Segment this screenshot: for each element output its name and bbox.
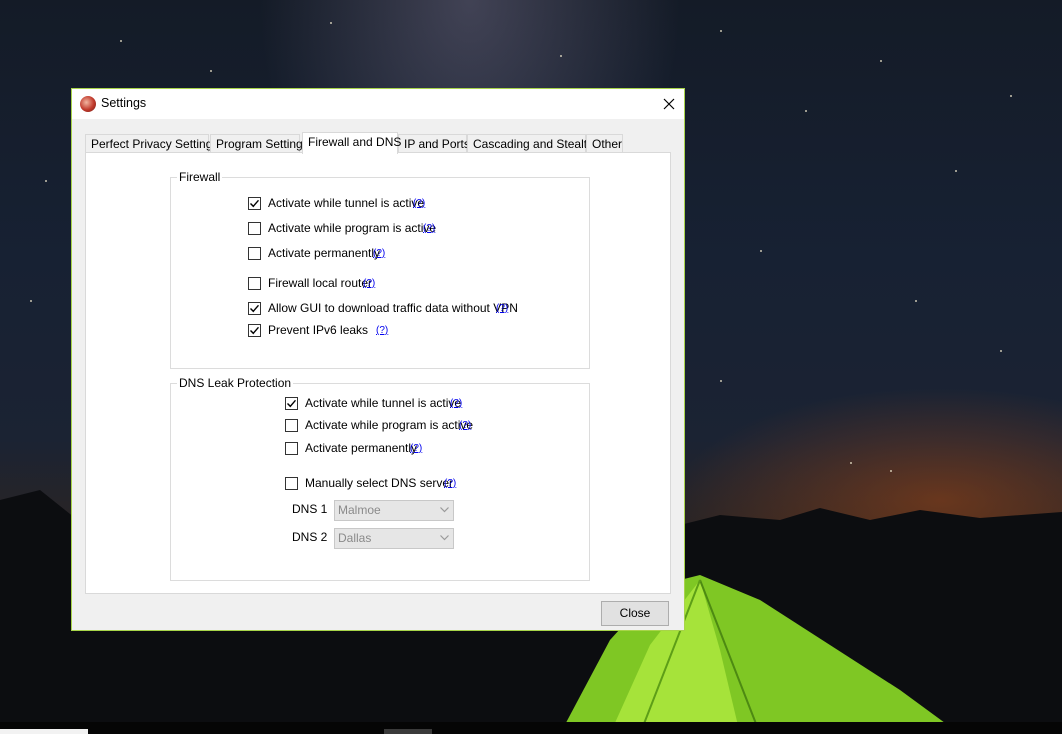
chevron-down-icon — [440, 535, 449, 541]
help-link[interactable]: (?) — [410, 443, 422, 454]
checkbox[interactable] — [285, 397, 298, 410]
dns1-select[interactable]: Malmoe — [334, 500, 454, 521]
close-icon — [663, 98, 675, 110]
checkbox-label: Activate while tunnel is active — [305, 396, 462, 410]
tab-other[interactable]: Other — [586, 134, 623, 153]
tab-firewall-and-dns[interactable]: Firewall and DNS — [302, 132, 401, 154]
star — [45, 180, 47, 182]
checkbox[interactable] — [285, 442, 298, 455]
checkbox[interactable] — [248, 247, 261, 260]
dns1-label: DNS 1 — [292, 502, 328, 516]
checkbox[interactable] — [248, 197, 261, 210]
help-link[interactable]: (?) — [413, 198, 425, 209]
window-close-button[interactable] — [654, 89, 684, 119]
tab-perfect-privacy-settings[interactable]: Perfect Privacy Settings — [85, 134, 218, 153]
checkbox-label: Activate while program is active — [305, 418, 474, 432]
taskbar-fragment — [384, 729, 432, 734]
star — [915, 300, 917, 302]
checkbox-label: Activate while program is active — [268, 221, 437, 235]
help-link[interactable]: (?) — [373, 248, 385, 259]
help-link[interactable]: (?) — [444, 478, 456, 489]
star — [1000, 350, 1002, 352]
dns2-label: DNS 2 — [292, 530, 328, 544]
help-link[interactable]: (?) — [363, 278, 375, 289]
chevron-down-icon — [440, 507, 449, 513]
checkbox[interactable] — [248, 277, 261, 290]
check-icon — [287, 399, 296, 408]
window-title: Settings — [101, 96, 147, 110]
help-link[interactable]: (?) — [496, 303, 508, 314]
dns1-value: Malmoe — [338, 503, 381, 517]
star — [720, 380, 722, 382]
dns2-value: Dallas — [338, 531, 372, 545]
star — [880, 60, 882, 62]
star — [30, 300, 32, 302]
dns2-select[interactable]: Dallas — [334, 528, 454, 549]
star — [560, 55, 562, 57]
help-link[interactable]: (?) — [450, 398, 462, 409]
dns-group-title: DNS Leak Protection — [177, 376, 294, 390]
help-link[interactable]: (?) — [459, 420, 471, 431]
settings-window: Settings Perfect Privacy Settings Progra… — [71, 88, 685, 631]
star — [210, 70, 212, 72]
help-link[interactable]: (?) — [423, 223, 435, 234]
app-logo-icon — [80, 96, 96, 112]
tab-ip-and-ports[interactable]: IP and Ports — [398, 134, 470, 153]
star — [760, 250, 762, 252]
checkbox-label: Allow GUI to download traffic data witho… — [268, 301, 518, 315]
star — [955, 170, 957, 172]
title-bar[interactable]: Settings — [72, 89, 684, 119]
tab-program-settings[interactable]: Program Settings — [210, 134, 309, 153]
checkbox-label: Activate while tunnel is active — [268, 196, 425, 210]
star — [850, 462, 852, 464]
checkbox[interactable] — [248, 302, 261, 315]
checkbox-label: Firewall local router — [268, 276, 373, 290]
tab-cascading-and-stealth[interactable]: Cascading and Stealth — [467, 134, 594, 153]
checkbox[interactable] — [285, 419, 298, 432]
tab-panel-firewall-and-dns: Firewall Activate while tunnel is active… — [85, 152, 671, 594]
star — [720, 30, 722, 32]
checkbox-label: Activate permanently — [305, 441, 418, 455]
help-link[interactable]: (?) — [376, 325, 388, 336]
checkbox-label: Manually select DNS server — [305, 476, 454, 490]
checkbox[interactable] — [248, 324, 261, 337]
firewall-group: Firewall Activate while tunnel is active… — [170, 170, 590, 369]
star — [330, 22, 332, 24]
star — [120, 40, 122, 42]
checkbox-label: Prevent IPv6 leaks — [268, 323, 369, 337]
checkbox-label: Activate permanently — [268, 246, 381, 260]
check-icon — [250, 199, 259, 208]
close-button[interactable]: Close — [601, 601, 669, 626]
check-icon — [250, 304, 259, 313]
checkbox[interactable] — [285, 477, 298, 490]
checkbox[interactable] — [248, 222, 261, 235]
star — [805, 110, 807, 112]
taskbar-fragment — [0, 729, 88, 734]
dns-leak-protection-group: DNS Leak Protection Activate while tunne… — [170, 376, 590, 581]
check-icon — [250, 326, 259, 335]
firewall-group-title: Firewall — [177, 170, 223, 184]
star — [1010, 95, 1012, 97]
